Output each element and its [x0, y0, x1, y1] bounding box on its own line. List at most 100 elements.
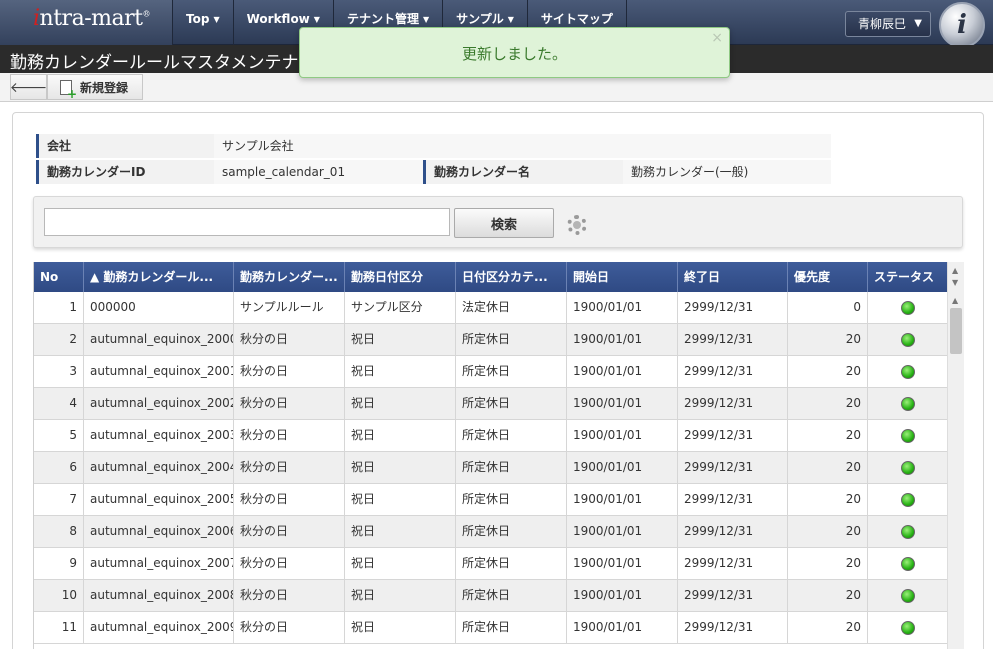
table-row[interactable]: 5 autumnal_equinox_2003 秋分の日 祝日 所定休日 190… — [34, 420, 947, 452]
cell-status — [868, 324, 947, 355]
cell-rule-name: 秋分の日 — [234, 612, 345, 643]
table-row[interactable]: 1 000000 サンプルルール サンプル区分 法定休日 1900/01/01 … — [34, 292, 947, 324]
table-row[interactable]: 9 autumnal_equinox_2007 秋分の日 祝日 所定休日 190… — [34, 548, 947, 580]
column-header-rule-name[interactable]: 勤務カレンダー... — [234, 262, 345, 292]
table-row[interactable]: 4 autumnal_equinox_2002 秋分の日 祝日 所定休日 190… — [34, 388, 947, 420]
cell-category: 法定休日 — [456, 292, 567, 323]
logo[interactable]: intra-mart® — [0, 0, 173, 45]
avatar[interactable]: i — [939, 2, 985, 48]
table-row[interactable]: 11 autumnal_equinox_2009 秋分の日 祝日 所定休日 19… — [34, 612, 947, 644]
cell-end-date: 2999/12/31 — [678, 388, 788, 419]
new-register-label: 新規登録 — [80, 80, 129, 95]
cell-category: 所定休日 — [456, 420, 567, 451]
cell-no: 4 — [34, 388, 84, 419]
column-header-no[interactable]: No — [34, 262, 84, 292]
cell-start-date: 1900/01/01 — [567, 388, 678, 419]
calendar-id-value: sample_calendar_01 — [214, 160, 423, 184]
cell-start-date: 1900/01/01 — [567, 452, 678, 483]
cell-start-date: 1900/01/01 — [567, 548, 678, 579]
data-grid: No ▲ 勤務カレンダール... 勤務カレンダー... 勤務日付区分 日付区分カ… — [33, 262, 947, 649]
cell-end-date: 2999/12/31 — [678, 420, 788, 451]
avatar-letter: i — [957, 10, 967, 40]
cell-rule-id: autumnal_equinox_2003 — [84, 420, 234, 451]
cell-end-date: 2999/12/31 — [678, 484, 788, 515]
status-icon — [900, 588, 915, 603]
cell-end-date: 2999/12/31 — [678, 324, 788, 355]
new-document-icon — [60, 79, 77, 100]
cell-priority: 20 — [788, 452, 868, 483]
column-header-status[interactable]: ステータス — [868, 262, 947, 292]
nav-item-label: Top — [186, 12, 210, 26]
new-register-button[interactable]: 新規登録 — [47, 74, 143, 100]
column-header-rule-id[interactable]: ▲ 勤務カレンダール... — [84, 262, 234, 292]
close-icon[interactable]: × — [711, 30, 723, 46]
status-icon — [900, 492, 915, 507]
status-icon — [900, 524, 915, 539]
cell-end-date: 2999/12/31 — [678, 356, 788, 387]
cell-status — [868, 388, 947, 419]
cell-priority: 20 — [788, 548, 868, 579]
column-header-date-type[interactable]: 勤務日付区分 — [345, 262, 456, 292]
cell-end-date: 2999/12/31 — [678, 452, 788, 483]
company-value: サンプル会社 — [214, 134, 831, 158]
cell-priority: 20 — [788, 580, 868, 611]
gear-icon[interactable] — [567, 215, 587, 235]
user-menu-button[interactable]: 青柳辰巳 ▼ — [845, 11, 931, 37]
table-row[interactable]: 7 autumnal_equinox_2005 秋分の日 祝日 所定休日 190… — [34, 484, 947, 516]
cell-priority: 0 — [788, 292, 868, 323]
nav-item-top[interactable]: Top ▼ — [173, 0, 234, 45]
column-header-end-date[interactable]: 終了日 — [678, 262, 788, 292]
table-row[interactable]: 2 autumnal_equinox_2000 秋分の日 祝日 所定休日 190… — [34, 324, 947, 356]
scroll-up-icon[interactable]: ▲ — [952, 296, 958, 305]
column-header-start-date[interactable]: 開始日 — [567, 262, 678, 292]
cell-status — [868, 452, 947, 483]
cell-status — [868, 292, 947, 323]
grid-scrollbar[interactable]: ▲ ▼ ▲ — [947, 262, 964, 649]
cell-rule-name: 秋分の日 — [234, 324, 345, 355]
table-row[interactable]: 3 autumnal_equinox_2001 秋分の日 祝日 所定休日 190… — [34, 356, 947, 388]
toast-message: 更新しました。 — [461, 45, 567, 63]
company-label: 会社 — [36, 134, 214, 158]
back-button[interactable]: 🡐 — [10, 74, 47, 100]
cell-start-date: 1900/01/01 — [567, 420, 678, 451]
cell-date-type: 祝日 — [345, 612, 456, 643]
column-header-priority[interactable]: 優先度 — [788, 262, 868, 292]
scroll-down-icon[interactable]: ▼ — [952, 278, 958, 287]
column-header-category[interactable]: 日付区分カテ... — [456, 262, 567, 292]
cell-end-date: 2999/12/31 — [678, 580, 788, 611]
cell-priority: 20 — [788, 324, 868, 355]
cell-priority: 20 — [788, 420, 868, 451]
cell-date-type: サンプル区分 — [345, 292, 456, 323]
cell-rule-name: 秋分の日 — [234, 356, 345, 387]
cell-status — [868, 612, 947, 643]
cell-priority: 20 — [788, 388, 868, 419]
table-row[interactable]: 10 autumnal_equinox_2008 秋分の日 祝日 所定休日 19… — [34, 580, 947, 612]
cell-rule-id: 000000 — [84, 292, 234, 323]
table-row[interactable]: 6 autumnal_equinox_2004 秋分の日 祝日 所定休日 190… — [34, 452, 947, 484]
status-icon — [900, 396, 915, 411]
calendar-name-label: 勤務カレンダー名 — [423, 160, 623, 184]
cell-rule-id: autumnal_equinox_2008 — [84, 580, 234, 611]
cell-no: 5 — [34, 420, 84, 451]
cell-category: 所定休日 — [456, 548, 567, 579]
search-button[interactable]: 検索 — [454, 208, 554, 238]
cell-no: 9 — [34, 548, 84, 579]
cell-category: 所定休日 — [456, 612, 567, 643]
table-row[interactable]: 8 autumnal_equinox_2006 秋分の日 祝日 所定休日 190… — [34, 516, 947, 548]
cell-no: 6 — [34, 452, 84, 483]
cell-start-date: 1900/01/01 — [567, 292, 678, 323]
cell-date-type: 祝日 — [345, 420, 456, 451]
cell-date-type: 祝日 — [345, 516, 456, 547]
scrollbar-thumb[interactable] — [950, 308, 962, 354]
cell-category: 所定休日 — [456, 324, 567, 355]
caret-down-icon: ▼ — [213, 15, 220, 24]
cell-rule-id: autumnal_equinox_2004 — [84, 452, 234, 483]
status-icon — [900, 332, 915, 347]
scroll-up-icon[interactable]: ▲ — [952, 266, 958, 275]
cell-no: 1 — [34, 292, 84, 323]
cell-date-type: 祝日 — [345, 548, 456, 579]
cell-start-date: 1900/01/01 — [567, 324, 678, 355]
cell-status — [868, 548, 947, 579]
info-row-company: 会社 サンプル会社 — [36, 134, 831, 158]
search-input[interactable] — [44, 208, 450, 236]
